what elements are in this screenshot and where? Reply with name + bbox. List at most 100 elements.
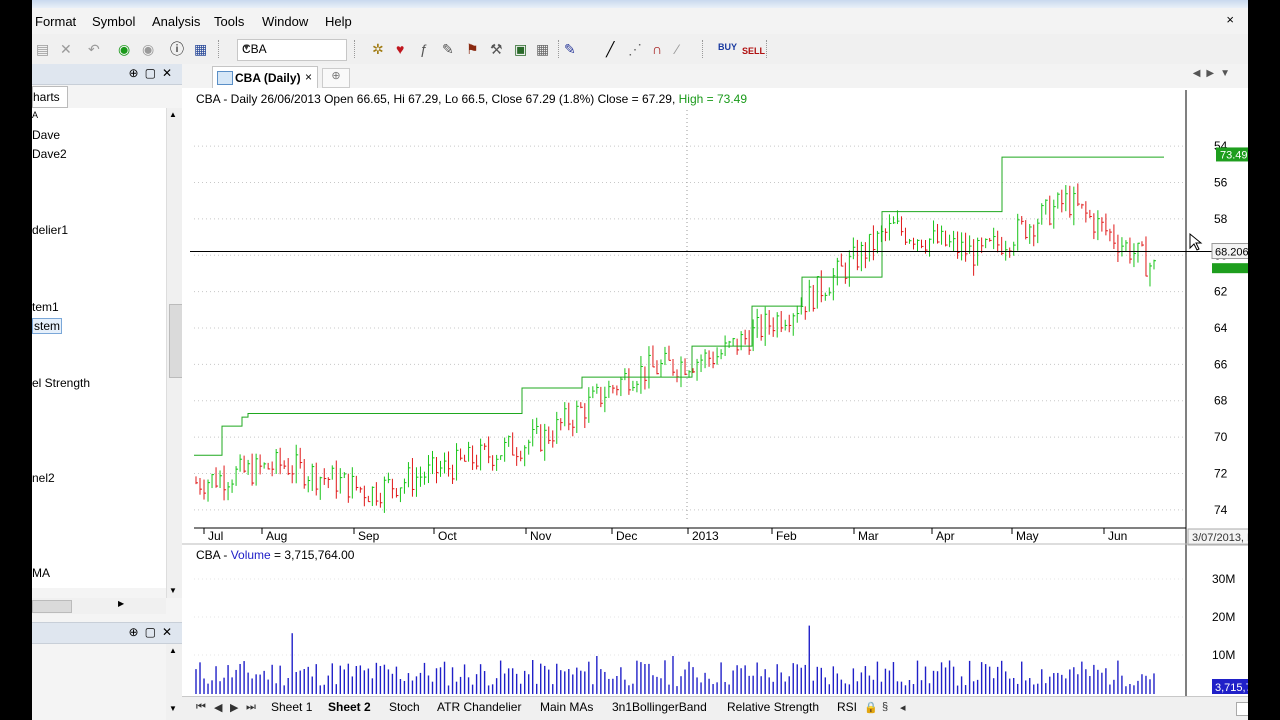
- tree-item[interactable]: nel2: [32, 471, 55, 485]
- x-tick-label: Apr: [936, 529, 955, 543]
- tab-cba-daily[interactable]: CBA (Daily) ×: [212, 66, 318, 89]
- tree-item[interactable]: el Strength: [32, 376, 90, 390]
- chart-canvas[interactable]: CBA - Daily 26/06/2013 Open 66.65, Hi 67…: [182, 88, 1248, 696]
- scroll-up-icon[interactable]: ▲: [169, 646, 177, 655]
- scroll-right-icon[interactable]: ▶: [118, 599, 124, 608]
- scroll-down-icon[interactable]: ▼: [169, 704, 177, 713]
- tree-horizontal-scrollbar[interactable]: ▶: [32, 598, 166, 614]
- formula-tree: A Dave Dave2 delier1 tem1 stem el Streng…: [32, 108, 166, 588]
- pencil-icon[interactable]: ⁄: [676, 41, 678, 57]
- x-tick-label: Aug: [266, 529, 287, 543]
- chart-icon: [217, 71, 233, 85]
- sheet-tab-2[interactable]: Sheet 2: [328, 700, 371, 714]
- optimize-icon[interactable]: ⚒: [490, 41, 503, 57]
- info-icon[interactable]: ⓘ: [170, 41, 184, 57]
- toolbar-separator: [218, 40, 221, 58]
- menu-bar: Format Symbol Analysis Tools Window Help…: [32, 8, 1248, 34]
- menu-tools[interactable]: Tools: [214, 14, 244, 29]
- editor-icon[interactable]: ✎: [442, 41, 454, 57]
- chart-tab-bar: CBA (Daily) × ⊕ ◀▶▼: [182, 64, 1248, 89]
- scroll-thumb[interactable]: [32, 600, 72, 613]
- favorite-heart-icon[interactable]: ♥: [396, 41, 404, 57]
- menu-analysis[interactable]: Analysis: [152, 14, 200, 29]
- undo-icon[interactable]: ↶: [88, 41, 100, 57]
- report-icon[interactable]: ▣: [514, 41, 527, 57]
- y-tick-label: 58: [1214, 212, 1228, 226]
- tree-vertical-scrollbar[interactable]: ▲ ▼: [166, 108, 183, 598]
- new-tab-button[interactable]: ⊕: [322, 68, 350, 88]
- window-close-icon[interactable]: ×: [1226, 12, 1234, 27]
- settings-icon[interactable]: ▦: [536, 41, 549, 57]
- sheet-tab-relative-strength[interactable]: Relative Strength: [727, 700, 819, 714]
- panel-pin-icon[interactable]: ⊕▢✕: [129, 625, 178, 639]
- tree-item[interactable]: Dave2: [32, 147, 67, 161]
- draw-line-icon[interactable]: ╱: [606, 41, 614, 57]
- close-icon[interactable]: ×: [305, 70, 312, 84]
- tree-item[interactable]: A: [32, 110, 38, 120]
- panel-pin-icon[interactable]: ⊕▢✕: [129, 66, 178, 80]
- mouse-cursor-icon: [1189, 232, 1203, 251]
- volume-y-tick-label: 10M: [1212, 648, 1235, 662]
- x-tick-label: Jun: [1108, 529, 1127, 543]
- delete-icon[interactable]: ✕: [60, 41, 72, 57]
- first-sheet-icon[interactable]: ⏮: [196, 701, 206, 714]
- scan-icon[interactable]: ✲: [372, 41, 384, 57]
- sheet-tab-rsi[interactable]: RSI: [837, 700, 857, 714]
- calculator-icon[interactable]: ▦: [194, 41, 207, 57]
- menu-format[interactable]: Format: [35, 14, 76, 29]
- sheet-tab-stoch[interactable]: Stoch: [389, 700, 420, 714]
- volume-header: CBA - Volume = 3,715,764.00: [196, 548, 355, 562]
- toolbar: ▤ ✕ ↶ ◉ ◉ ⓘ ▦ CBA ▼ ✲ ♥ ƒ ✎ ⚑ ⚒ ▣ ▦ ✎ ╱ …: [32, 34, 1248, 65]
- sheet-menu-icon[interactable]: §: [882, 701, 888, 713]
- sheet-scroll-icon[interactable]: ◂: [900, 701, 906, 714]
- chart-area[interactable]: CBA - Daily 26/06/2013 Open 66.65, Hi 67…: [182, 88, 1248, 696]
- print-icon[interactable]: ▤: [36, 41, 49, 57]
- explore-icon[interactable]: ⚑: [466, 41, 479, 57]
- tree-item[interactable]: Dave: [32, 128, 60, 142]
- y-tick-label: 66: [1214, 357, 1228, 371]
- tree-item[interactable]: tem1: [32, 300, 59, 314]
- formula-icon[interactable]: ƒ: [420, 41, 428, 57]
- chevron-down-icon[interactable]: ▼: [242, 42, 343, 52]
- scroll-down-icon[interactable]: ▼: [169, 586, 177, 595]
- lock-icon[interactable]: 🔒: [864, 701, 878, 714]
- menu-help[interactable]: Help: [325, 14, 352, 29]
- x-tick-label: Nov: [530, 529, 551, 543]
- last-sheet-icon[interactable]: ⏭: [246, 701, 256, 714]
- prev-sheet-icon[interactable]: ◀: [214, 701, 222, 714]
- y-tick-label: 64: [1214, 321, 1228, 335]
- menu-window[interactable]: Window: [262, 14, 308, 29]
- scroll-up-icon[interactable]: ▲: [169, 110, 177, 119]
- symbol-combo[interactable]: CBA ▼: [237, 39, 347, 61]
- buy-button[interactable]: BUY: [718, 39, 737, 55]
- tree-item[interactable]: MA: [32, 566, 50, 580]
- y-tick-label: 68: [1214, 394, 1228, 408]
- line-color-icon[interactable]: ✎: [564, 41, 576, 57]
- lower-scrollbar[interactable]: ▲ ▼: [166, 644, 182, 720]
- scroll-thumb[interactable]: [169, 304, 183, 378]
- close-value-badge: [1212, 263, 1248, 274]
- next-sheet-icon[interactable]: ▶: [230, 701, 238, 714]
- tab-scroll-arrows-icon[interactable]: ◀▶▼: [1193, 68, 1236, 79]
- x-tick-label: Jul: [208, 529, 223, 543]
- sell-button[interactable]: SELL: [742, 43, 765, 59]
- menu-symbol[interactable]: Symbol: [92, 14, 135, 29]
- draw-ray-icon[interactable]: ⋰: [628, 41, 642, 57]
- sheet-tab-1[interactable]: Sheet 1: [271, 700, 312, 714]
- tab-charts[interactable]: harts: [32, 86, 68, 108]
- tree-item[interactable]: delier1: [32, 223, 68, 237]
- date-readout-label: 3/07/2013, Bar: 2: [1192, 532, 1248, 544]
- back-icon[interactable]: ◉: [118, 41, 130, 57]
- magnet-icon[interactable]: ∩: [652, 41, 662, 57]
- price-header-prefix: CBA - Daily 26/06/2013 Open 66.65, Hi 67…: [196, 92, 679, 106]
- price-header: CBA - Daily 26/06/2013 Open 66.65, Hi 67…: [196, 92, 747, 106]
- tree-item-selected[interactable]: stem: [32, 318, 63, 334]
- sheet-tab-main-mas[interactable]: Main MAs: [540, 700, 593, 714]
- x-tick-label: 2013: [692, 529, 719, 543]
- forward-icon[interactable]: ◉: [142, 41, 154, 57]
- sheet-tab-atr-chandelier[interactable]: ATR Chandelier: [437, 700, 521, 714]
- toolbar-separator: [702, 40, 705, 58]
- sheet-tab-bollinger[interactable]: 3n1BollingerBand: [612, 700, 707, 714]
- sheet-scroll-thumb[interactable]: [1236, 702, 1248, 716]
- sheet-tab-bar: ⏮ ◀ ▶ ⏭ Sheet 1 Sheet 2 Stoch ATR Chande…: [182, 696, 1248, 720]
